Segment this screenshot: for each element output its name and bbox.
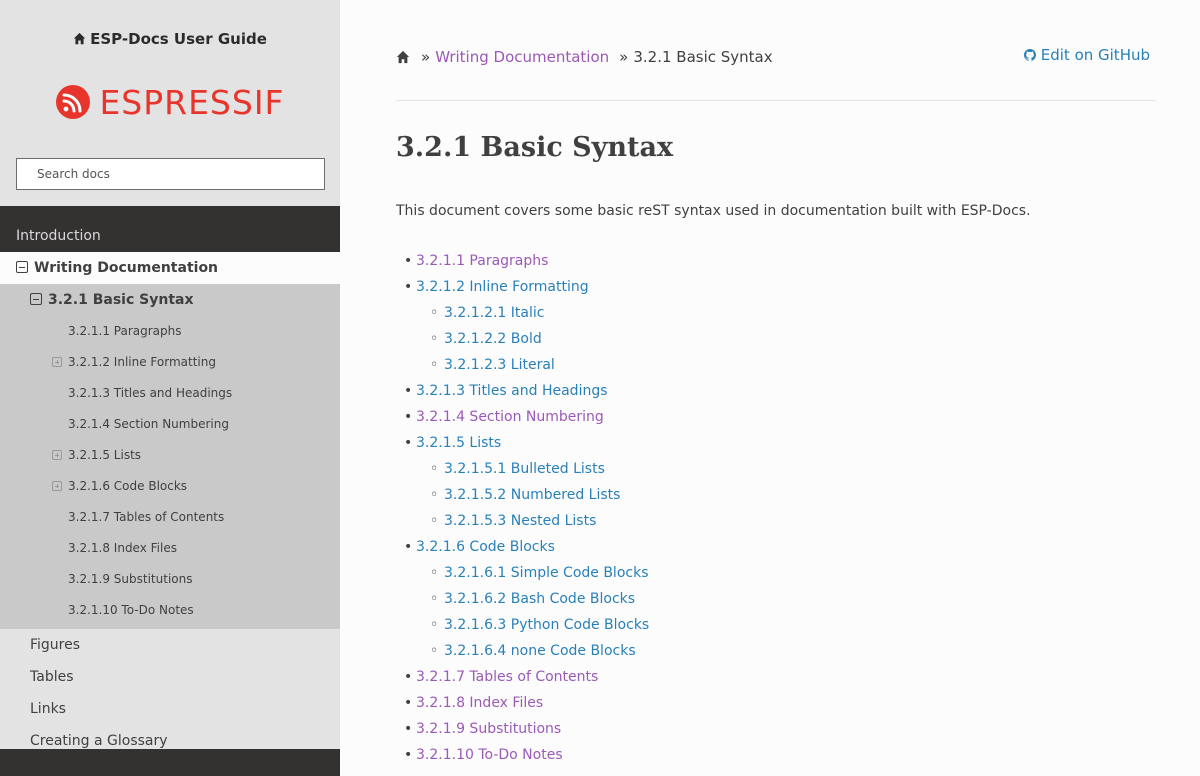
espressif-logo-icon	[56, 85, 91, 119]
toc-link[interactable]: 3.2.1.4 Section Numbering	[416, 409, 604, 425]
logo-text: ESPRESSIF	[99, 82, 285, 122]
toc-link[interactable]: 3.2.1.3 Titles and Headings	[416, 383, 608, 399]
breadcrumb-writing-documentation[interactable]: Writing Documentation	[435, 48, 609, 66]
toc-item[interactable]: 3.2.1.7 Tables of Contents	[404, 665, 598, 689]
toc-link[interactable]: 3.2.1.6.2 Bash Code Blocks	[444, 591, 635, 607]
github-icon	[1023, 49, 1036, 61]
sidebar-item-introduction[interactable]: Introduction	[0, 222, 340, 252]
intro-paragraph: This document covers some basic reST syn…	[396, 203, 1031, 219]
plus-square-icon[interactable]	[52, 450, 62, 460]
toc-item[interactable]: 3.2.1.4 Section Numbering	[404, 405, 604, 429]
sidebar: ESP-Docs User Guide ESPRESSIF Introducti…	[0, 0, 340, 776]
toc-link[interactable]: 3.2.1.10 To-Do Notes	[416, 747, 563, 763]
sidebar-item-titles-and-headings[interactable]: 3.2.1.3 Titles and Headings	[0, 378, 340, 409]
sidebar-item-label: Writing Documentation	[34, 260, 219, 276]
breadcrumb-separator: »	[619, 48, 629, 66]
toc-link[interactable]: 3.2.1.2.1 Italic	[444, 305, 544, 321]
minus-square-icon[interactable]	[30, 293, 42, 305]
toc-link[interactable]: 3.2.1.5.3 Nested Lists	[444, 513, 596, 529]
sidebar-item-label: 3.2.1.6 Code Blocks	[68, 479, 188, 493]
toc-link[interactable]: 3.2.1.7 Tables of Contents	[416, 669, 598, 685]
sidebar-item-section-numbering[interactable]: 3.2.1.4 Section Numbering	[0, 409, 340, 440]
toc-item[interactable]: 3.2.1.3 Titles and Headings	[404, 379, 608, 403]
minus-square-icon[interactable]	[16, 261, 28, 273]
toc-item[interactable]: 3.2.1.6.2 Bash Code Blocks	[430, 587, 635, 611]
sidebar-item-basic-syntax[interactable]: 3.2.1 Basic Syntax	[0, 284, 340, 316]
header-divider	[396, 100, 1156, 101]
toc-link[interactable]: 3.2.1.2.2 Bold	[444, 331, 542, 347]
toc-item[interactable]: 3.2.1.5.1 Bulleted Lists	[430, 457, 605, 481]
toc-item[interactable]: 3.2.1.8 Index Files	[404, 691, 543, 715]
sidebar-header: ESP-Docs User Guide ESPRESSIF	[0, 0, 340, 206]
toc-item[interactable]: 3.2.1.9 Substitutions	[404, 717, 561, 741]
sidebar-item-tables-of-contents[interactable]: 3.2.1.7 Tables of Contents	[0, 502, 340, 533]
toc-item[interactable]: 3.2.1.6.1 Simple Code Blocks	[430, 561, 649, 585]
home-icon[interactable]	[396, 50, 410, 64]
plus-square-icon[interactable]	[52, 481, 62, 491]
toc-item[interactable]: 3.2.1.6.3 Python Code Blocks	[430, 613, 649, 637]
toc-link[interactable]: 3.2.1.2.3 Literal	[444, 357, 555, 373]
toc-item[interactable]: 3.2.1.6 Code Blocks	[404, 535, 555, 559]
breadcrumb-current: 3.2.1 Basic Syntax	[633, 48, 773, 66]
sidebar-item-code-blocks[interactable]: 3.2.1.6 Code Blocks	[0, 471, 340, 502]
toc-link[interactable]: 3.2.1.5.1 Bulleted Lists	[444, 461, 605, 477]
toc-item[interactable]: 3.2.1.5.3 Nested Lists	[430, 509, 596, 533]
sidebar-item-label: 3.2.1.2 Inline Formatting	[68, 355, 216, 369]
toc-item[interactable]: 3.2.1.5.2 Numbered Lists	[430, 483, 620, 507]
toc-link[interactable]: 3.2.1.9 Substitutions	[416, 721, 561, 737]
sidebar-item-paragraphs[interactable]: 3.2.1.1 Paragraphs	[0, 316, 340, 347]
toc-item[interactable]: 3.2.1.5 Lists	[404, 431, 501, 455]
sidebar-item-to-do-notes[interactable]: 3.2.1.10 To-Do Notes	[0, 595, 340, 626]
toc-link[interactable]: 3.2.1.6.3 Python Code Blocks	[444, 617, 649, 633]
project-title-link[interactable]: ESP-Docs User Guide	[0, 30, 340, 48]
toc-item[interactable]: 3.2.1.10 To-Do Notes	[404, 743, 563, 767]
toc-link[interactable]: 3.2.1.1 Paragraphs	[416, 253, 548, 269]
project-title: ESP-Docs User Guide	[90, 30, 267, 48]
search-input[interactable]	[16, 158, 325, 190]
espressif-logo[interactable]: ESPRESSIF	[0, 80, 340, 124]
toc-item[interactable]: 3.2.1.1 Paragraphs	[404, 249, 548, 273]
sidebar-item-figures[interactable]: Figures	[0, 629, 340, 661]
home-icon	[73, 32, 86, 45]
sidebar-item-substitutions[interactable]: 3.2.1.9 Substitutions	[0, 564, 340, 595]
toc-link[interactable]: 3.2.1.5 Lists	[416, 435, 501, 451]
toc-item[interactable]: 3.2.1.2.2 Bold	[430, 327, 542, 351]
sidebar-item-tables[interactable]: Tables	[0, 661, 340, 693]
page-title: 3.2.1 Basic Syntax	[396, 132, 674, 163]
breadcrumb-separator: »	[421, 48, 431, 66]
toc-item[interactable]: 3.2.1.2 Inline Formatting	[404, 275, 589, 299]
toc-link[interactable]: 3.2.1.2 Inline Formatting	[416, 279, 589, 295]
sidebar-item-writing-documentation[interactable]: Writing Documentation	[0, 252, 340, 284]
main-content: » Writing Documentation » 3.2.1 Basic Sy…	[340, 0, 1200, 776]
sidebar-item-index-files[interactable]: 3.2.1.8 Index Files	[0, 533, 340, 564]
sidebar-item-creating-a-glossary[interactable]: Creating a Glossary	[0, 725, 340, 757]
sidebar-item-inline-formatting[interactable]: 3.2.1.2 Inline Formatting	[0, 347, 340, 378]
toc-link[interactable]: 3.2.1.6 Code Blocks	[416, 539, 555, 555]
breadcrumb: » Writing Documentation » 3.2.1 Basic Sy…	[396, 48, 773, 66]
toc-link[interactable]: 3.2.1.8 Index Files	[416, 695, 543, 711]
toc-link[interactable]: 3.2.1.5.2 Numbered Lists	[444, 487, 620, 503]
sidebar-item-label: 3.2.1 Basic Syntax	[48, 292, 194, 308]
plus-square-icon[interactable]	[52, 357, 62, 367]
toc-link[interactable]: 3.2.1.6.4 none Code Blocks	[444, 643, 636, 659]
toc-item[interactable]: 3.2.1.2.3 Literal	[430, 353, 555, 377]
toc-link[interactable]: 3.2.1.6.1 Simple Code Blocks	[444, 565, 649, 581]
sidebar-item-lists[interactable]: 3.2.1.5 Lists	[0, 440, 340, 471]
toc-item[interactable]: 3.2.1.6.4 none Code Blocks	[430, 639, 636, 663]
edit-on-github-link[interactable]: Edit on GitHub	[1023, 46, 1150, 64]
sidebar-item-label: 3.2.1.5 Lists	[68, 448, 142, 462]
sidebar-item-links[interactable]: Links	[0, 693, 340, 725]
edit-on-github-label: Edit on GitHub	[1040, 46, 1150, 64]
toc-item[interactable]: 3.2.1.2.1 Italic	[430, 301, 544, 325]
